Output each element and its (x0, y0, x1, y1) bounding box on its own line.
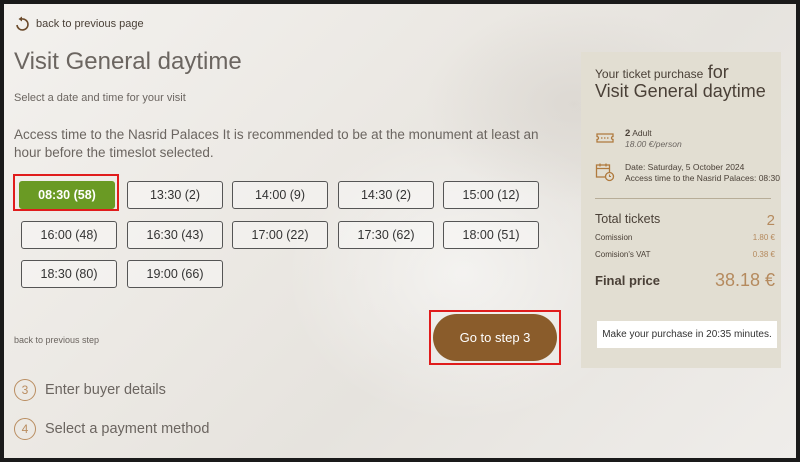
ticket-summary-panel: Your ticket purchase for Visit General d… (581, 52, 781, 368)
timeslot-button[interactable]: 17:30 (62) (338, 221, 434, 249)
final-price-value: 38.18 € (714, 270, 775, 290)
timeslot-button[interactable]: 16:00 (48) (21, 221, 117, 249)
summary-heading-small: Your ticket purchase (595, 67, 704, 81)
ticket-quantity: 2 (625, 128, 631, 139)
timeslot-button[interactable]: 16:30 (43) (127, 221, 223, 249)
date-line: Date: Saturday, 5 October 2024 Access ti… (595, 162, 780, 184)
palace-access-time: Access time to the Nasrid Palaces: 08:30 (625, 173, 780, 183)
go-to-step-3-button[interactable]: Go to step 3 (433, 314, 557, 361)
timeslot-button[interactable]: 08:30 (58) (19, 181, 115, 209)
access-time-notice: Access time to the Nasrid Palaces It is … (14, 127, 539, 160)
final-price-row: Final price 38.18 € (595, 270, 775, 291)
back-to-previous-step-link[interactable]: back to previous step (14, 335, 99, 345)
timeslot-button[interactable]: 13:30 (2) (127, 181, 223, 209)
step-number: 3 (14, 379, 36, 401)
commission-row: Comission 1.80 € (595, 233, 775, 242)
step-number: 4 (14, 418, 36, 440)
ticket-type: Adult (632, 128, 652, 138)
ticket-icon (596, 133, 614, 143)
step-label: Enter buyer details (45, 382, 166, 398)
timeslot-button[interactable]: 15:00 (12) (443, 181, 539, 209)
page-subtitle: Select a date and time for your visit (14, 92, 186, 104)
summary-heading: Your ticket purchase for Visit General d… (595, 62, 775, 101)
vat-value: 0.38 € (752, 250, 775, 259)
commission-value: 1.80 € (752, 233, 775, 242)
summary-heading-visit-name: Visit General daytime (595, 81, 766, 101)
commission-label: Comission (595, 233, 633, 242)
visit-date: Date: Saturday, 5 October 2024 (625, 162, 745, 172)
total-tickets-row: Total tickets 2 (595, 212, 775, 229)
calendar-clock-icon (595, 163, 615, 182)
timeslot-button[interactable]: 14:00 (9) (232, 181, 328, 209)
back-to-previous-page-link[interactable]: back to previous page (14, 16, 144, 32)
step-label: Select a payment method (45, 421, 210, 437)
final-price-label: Final price (595, 273, 661, 288)
total-tickets-value: 2 (766, 212, 775, 229)
timeslot-button[interactable]: 19:00 (66) (127, 260, 223, 288)
total-tickets-label: Total tickets (595, 212, 661, 226)
vat-row: Comision's VAT 0.38 € (595, 250, 775, 259)
page-title: Visit General daytime (14, 48, 242, 75)
timeslot-button[interactable]: 18:30 (80) (21, 260, 117, 288)
ticket-line: 2 Adult 18.00 €/person (595, 128, 682, 150)
timeslot-button[interactable]: 17:00 (22) (232, 221, 328, 249)
timeslot-button[interactable]: 18:00 (51) (443, 221, 539, 249)
back-arrow-icon (16, 16, 29, 31)
back-to-previous-page-label: back to previous page (36, 18, 144, 30)
ticket-price: 18.00 €/person (625, 139, 682, 149)
summary-heading-for: for (707, 62, 729, 82)
timeslot-button[interactable]: 14:30 (2) (338, 181, 434, 209)
step-4-select-payment-method: 4 Select a payment method (14, 418, 209, 440)
vat-label: Comision's VAT (595, 250, 651, 259)
step-3-enter-buyer-details: 3 Enter buyer details (14, 379, 166, 401)
page: back to previous page Visit General dayt… (4, 4, 796, 458)
purchase-timer: Make your purchase in 20:35 minutes. (597, 321, 777, 348)
summary-divider (595, 198, 771, 199)
